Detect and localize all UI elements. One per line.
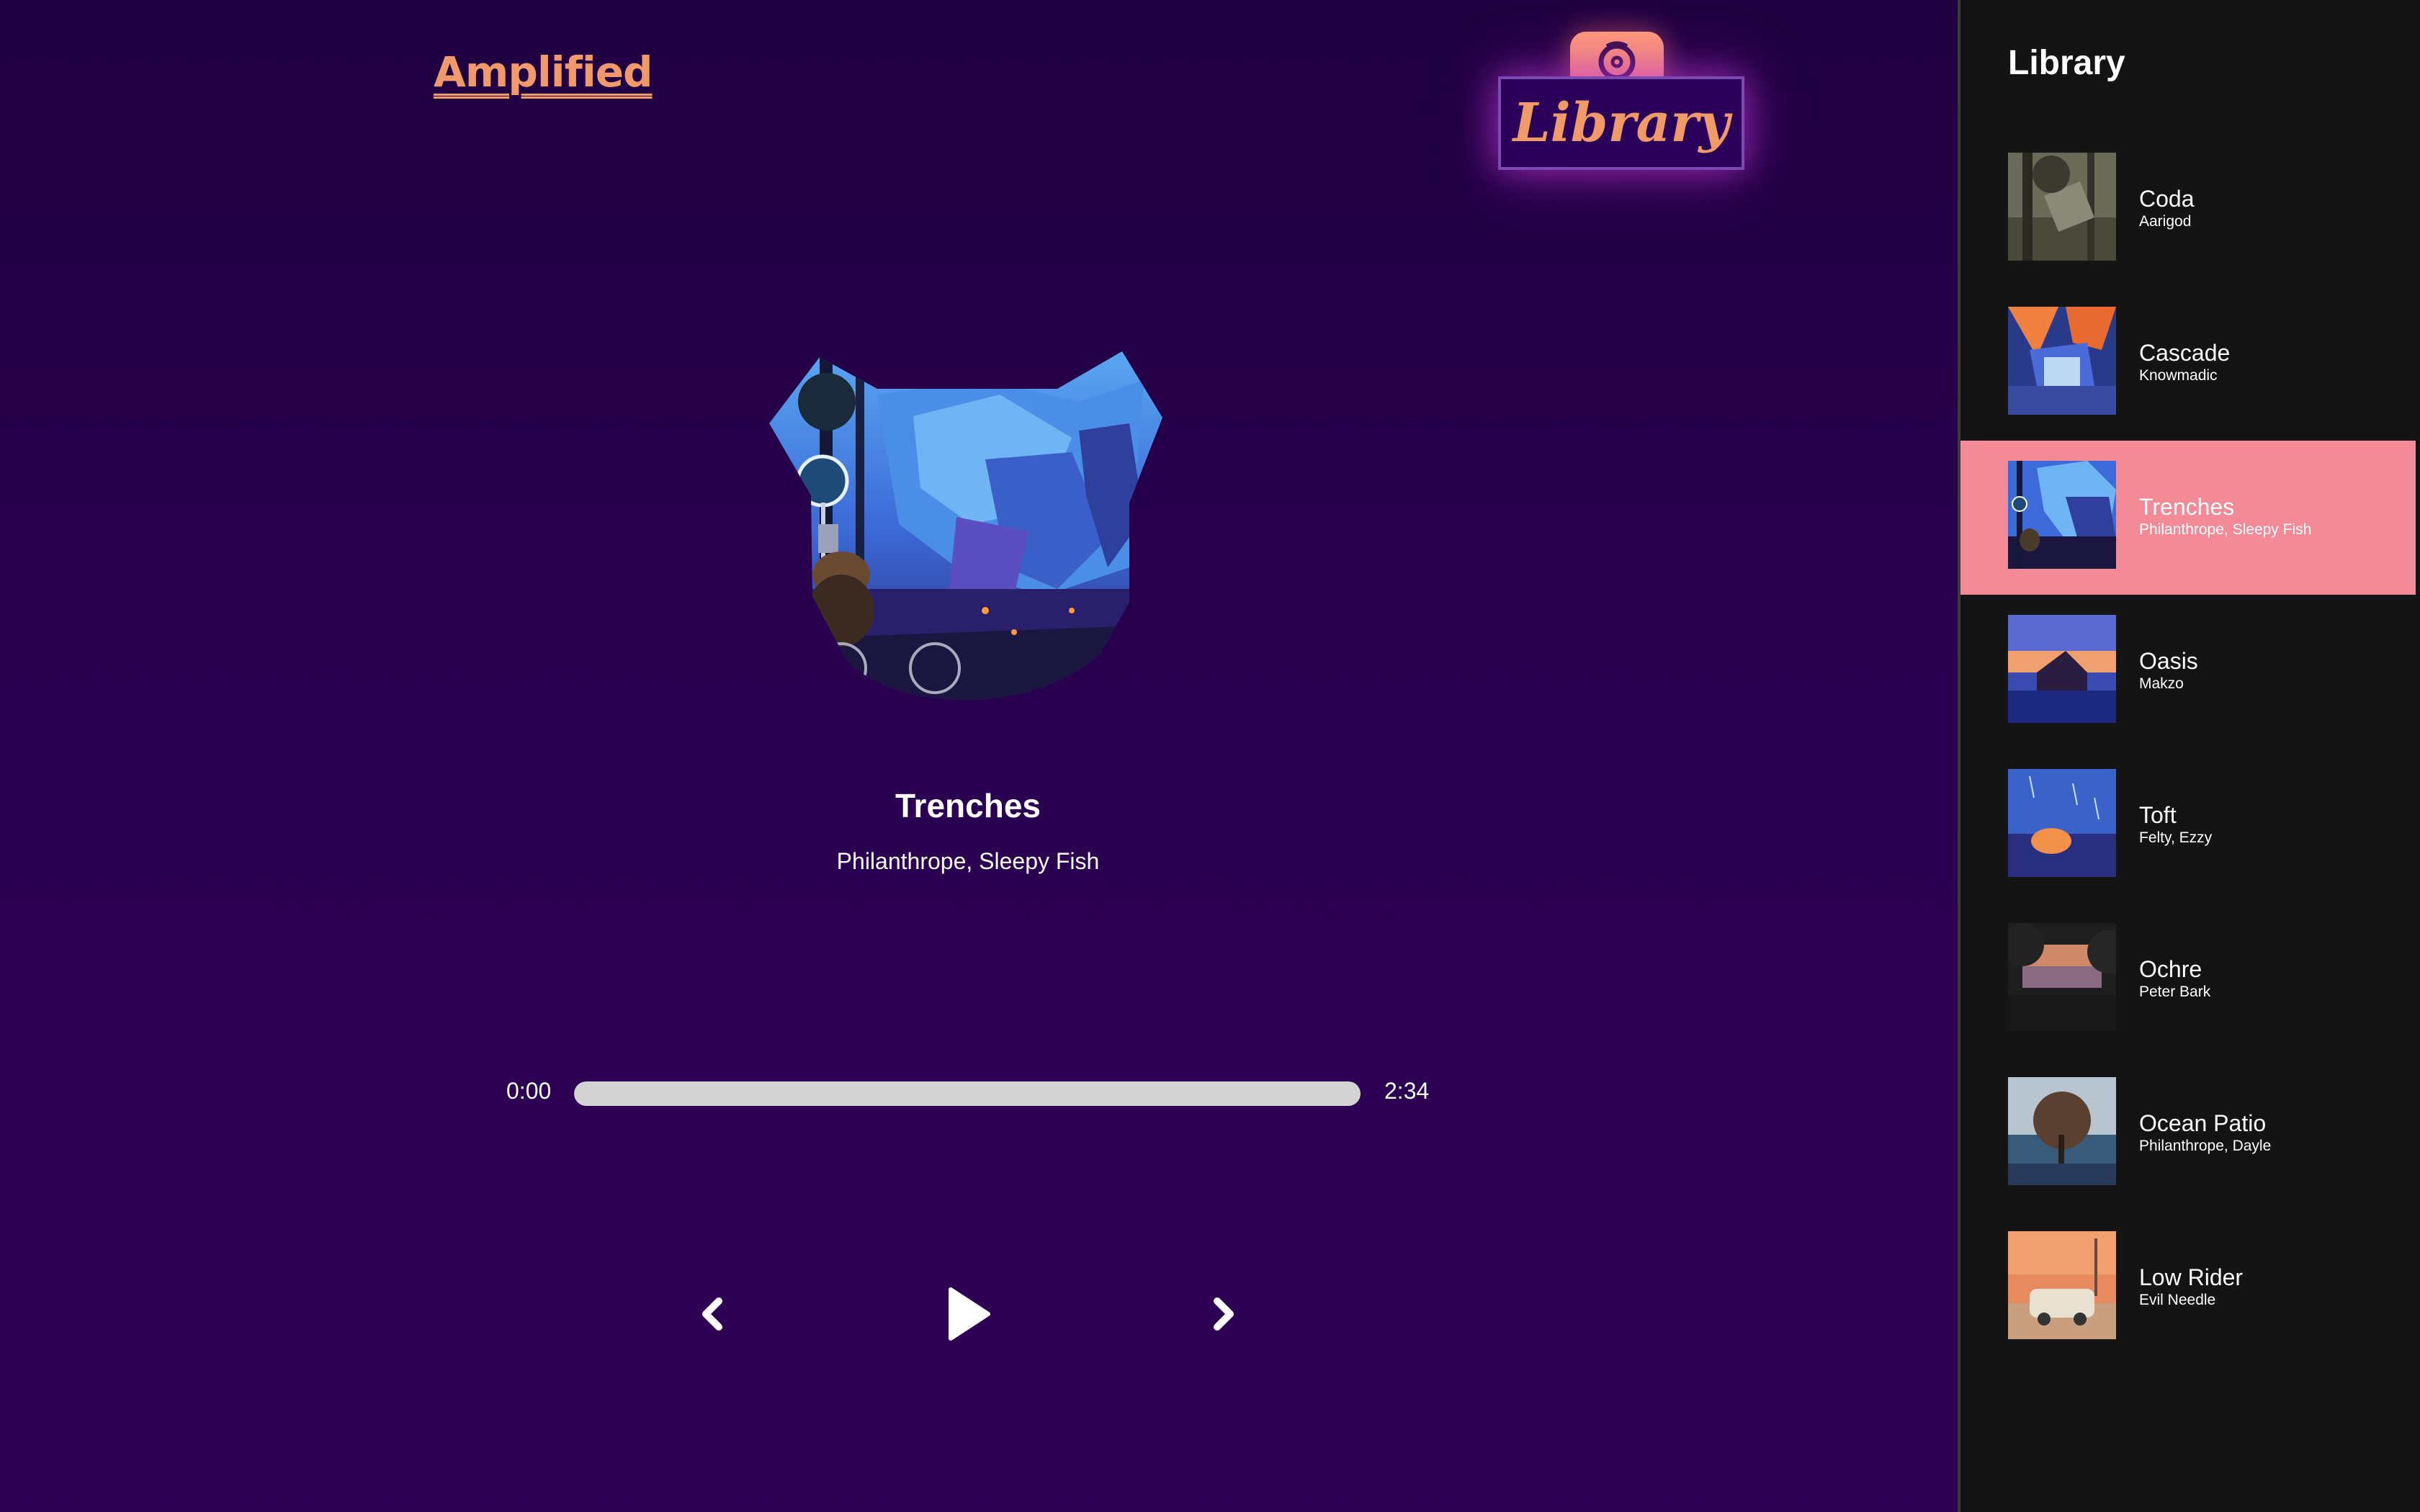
album-cover-art	[769, 351, 1162, 701]
previous-button[interactable]	[691, 1289, 735, 1339]
library-list: Coda Aarigod Cascade Knowmadic Trenches Phila…	[1960, 132, 2420, 1365]
library-item-title: Ochre	[2139, 956, 2202, 982]
library-item[interactable]: Trenches Philanthrope, Sleepy Fish	[1960, 441, 2416, 595]
chevron-left-icon	[702, 1297, 722, 1331]
library-item[interactable]: Toft Felty, Ezzy	[1960, 749, 2416, 903]
library-item-artist: Evil Needle	[2139, 1292, 2216, 1308]
progress-bar[interactable]	[574, 1081, 1361, 1106]
library-item-title: Ocean Patio	[2139, 1110, 2267, 1136]
player-main: Amplified Library Trenches Philanthrope,…	[0, 0, 1958, 1512]
library-item-title: Oasis	[2139, 648, 2198, 674]
library-item-title: Cascade	[2139, 340, 2231, 366]
library-item[interactable]: Low Rider Evil Needle	[1960, 1211, 2416, 1365]
album-thumbnail-art	[2008, 1231, 2116, 1339]
album-thumbnail-art	[2008, 769, 2116, 877]
library-toggle[interactable]: Library	[1498, 32, 1744, 170]
album-thumbnail	[2008, 461, 2116, 569]
chevron-right-icon	[1214, 1297, 1234, 1331]
library-item-artist: Makzo	[2139, 675, 2184, 692]
album-thumbnail-art	[2008, 615, 2116, 723]
play-icon	[949, 1287, 990, 1341]
library-item[interactable]: Cascade Knowmadic	[1960, 287, 2416, 441]
library-item-title: Toft	[2139, 802, 2177, 828]
library-item[interactable]: Ocean Patio Philanthrope, Dayle	[1960, 1057, 2416, 1211]
time-total: 2:34	[1384, 1078, 1430, 1104]
library-item-title: Coda	[2139, 186, 2195, 212]
library-item-title: Low Rider	[2139, 1264, 2244, 1290]
library-item-artist: Aarigod	[2139, 213, 2192, 230]
library-item-artist: Philanthrope, Sleepy Fish	[2139, 521, 2312, 538]
disc-icon	[1598, 41, 1636, 81]
album-thumbnail-art	[2008, 461, 2116, 569]
album-thumbnail-art	[2008, 923, 2116, 1031]
app-logo[interactable]: Amplified	[434, 48, 653, 96]
library-title: Library	[2008, 44, 2125, 82]
play-button[interactable]	[936, 1282, 1001, 1346]
album-cover	[769, 351, 1162, 703]
library-button[interactable]: Library	[1498, 76, 1744, 170]
album-thumbnail	[2008, 153, 2116, 261]
album-thumbnail	[2008, 1231, 2116, 1339]
library-item[interactable]: Oasis Makzo	[1960, 595, 2416, 749]
time-current: 0:00	[506, 1078, 552, 1104]
library-item-title: Trenches	[2139, 494, 2235, 520]
album-thumbnail	[2008, 769, 2116, 877]
library-item[interactable]: Ochre Peter Bark	[1960, 903, 2416, 1057]
album-thumbnail	[2008, 615, 2116, 723]
library-item-artist: Philanthrope, Dayle	[2139, 1138, 2272, 1154]
library-item-artist: Felty, Ezzy	[2139, 829, 2213, 846]
album-thumbnail	[2008, 923, 2116, 1031]
track-title: Trenches	[895, 787, 1041, 824]
album-thumbnail	[2008, 307, 2116, 415]
track-artist: Philanthrope, Sleepy Fish	[836, 848, 1100, 874]
album-thumbnail-art	[2008, 307, 2116, 415]
library-item[interactable]: Coda Aarigod	[1960, 132, 2416, 287]
library-item-artist: Peter Bark	[2139, 984, 2211, 1000]
album-thumbnail-art	[2008, 153, 2116, 261]
album-thumbnail	[2008, 1077, 2116, 1185]
album-thumbnail-art	[2008, 1077, 2116, 1185]
library-sidebar: Library Coda Aarigod Cascade Knowmadic Trenc…	[1958, 0, 2420, 1512]
next-button[interactable]	[1201, 1289, 1245, 1339]
library-item-artist: Knowmadic	[2139, 367, 2218, 384]
